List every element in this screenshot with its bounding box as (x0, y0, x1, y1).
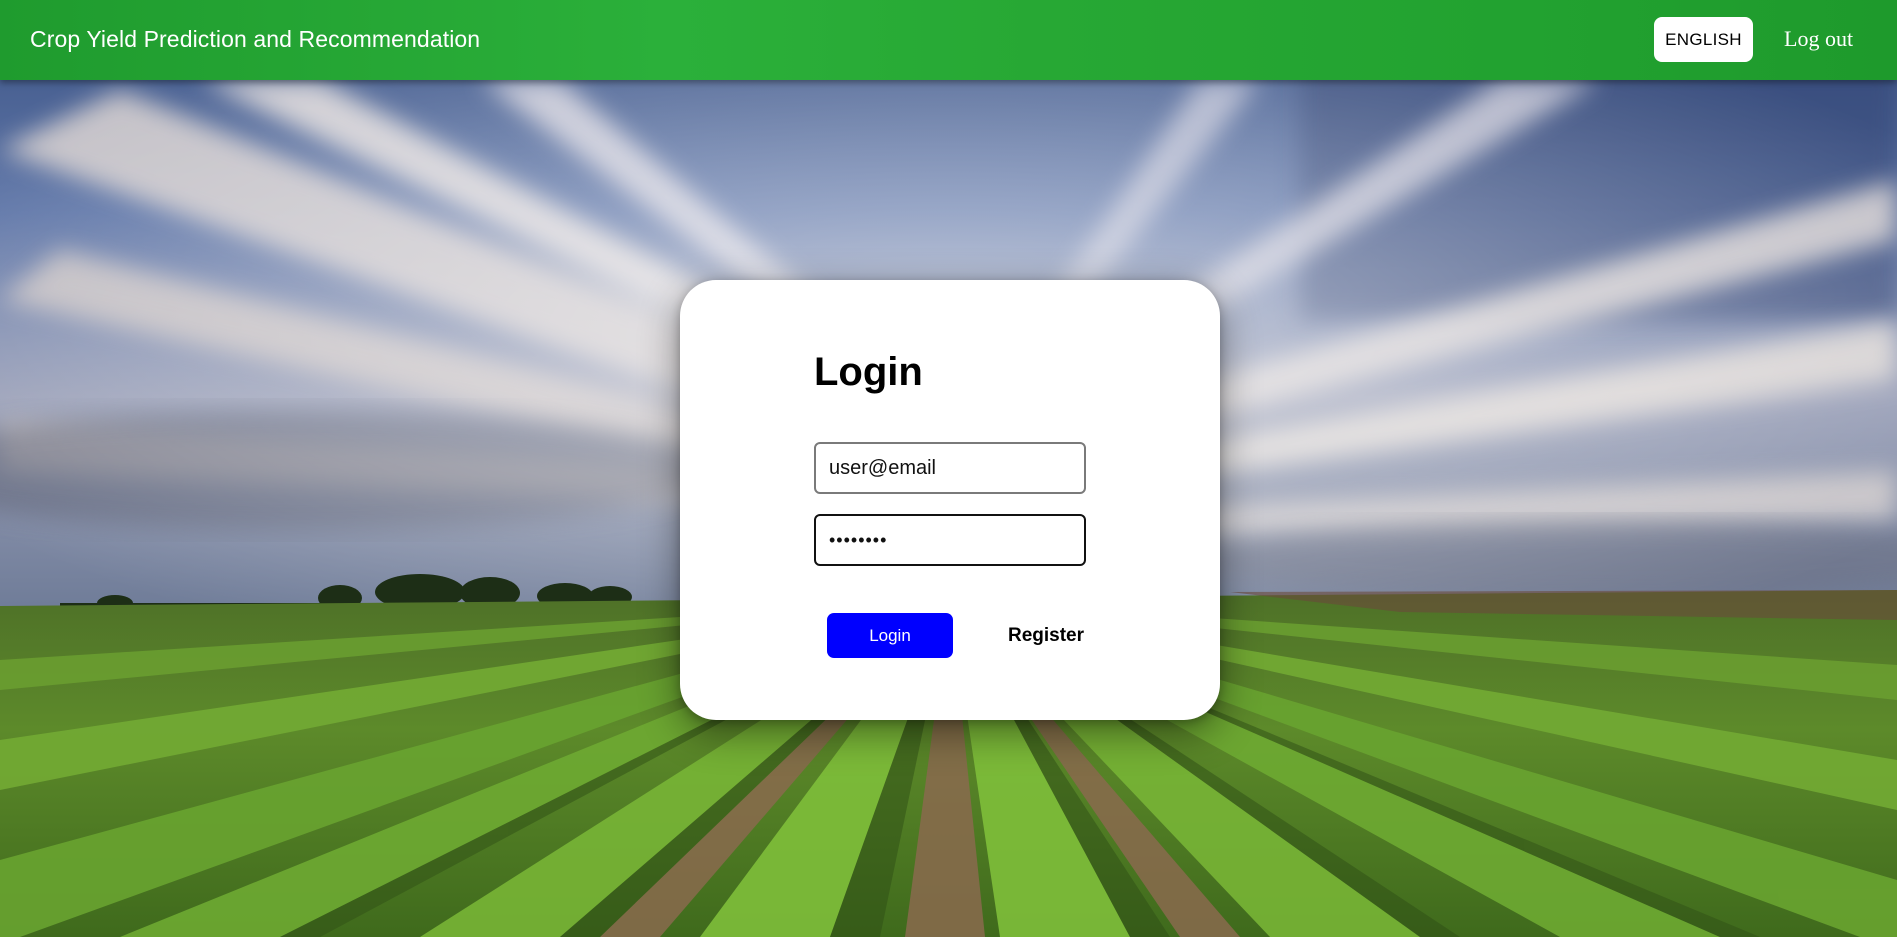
login-heading: Login (814, 350, 923, 394)
password-field[interactable] (814, 514, 1086, 566)
register-button[interactable]: Register (980, 613, 1112, 658)
email-field[interactable] (814, 442, 1086, 494)
language-button[interactable]: ENGLISH (1654, 17, 1753, 62)
logout-link[interactable]: Log out (1784, 26, 1853, 52)
login-button[interactable]: Login (827, 613, 953, 658)
top-navbar: Crop Yield Prediction and Recommendation… (0, 0, 1897, 80)
app-title: Crop Yield Prediction and Recommendation (30, 26, 481, 52)
login-card: Login Login Register (680, 280, 1220, 720)
